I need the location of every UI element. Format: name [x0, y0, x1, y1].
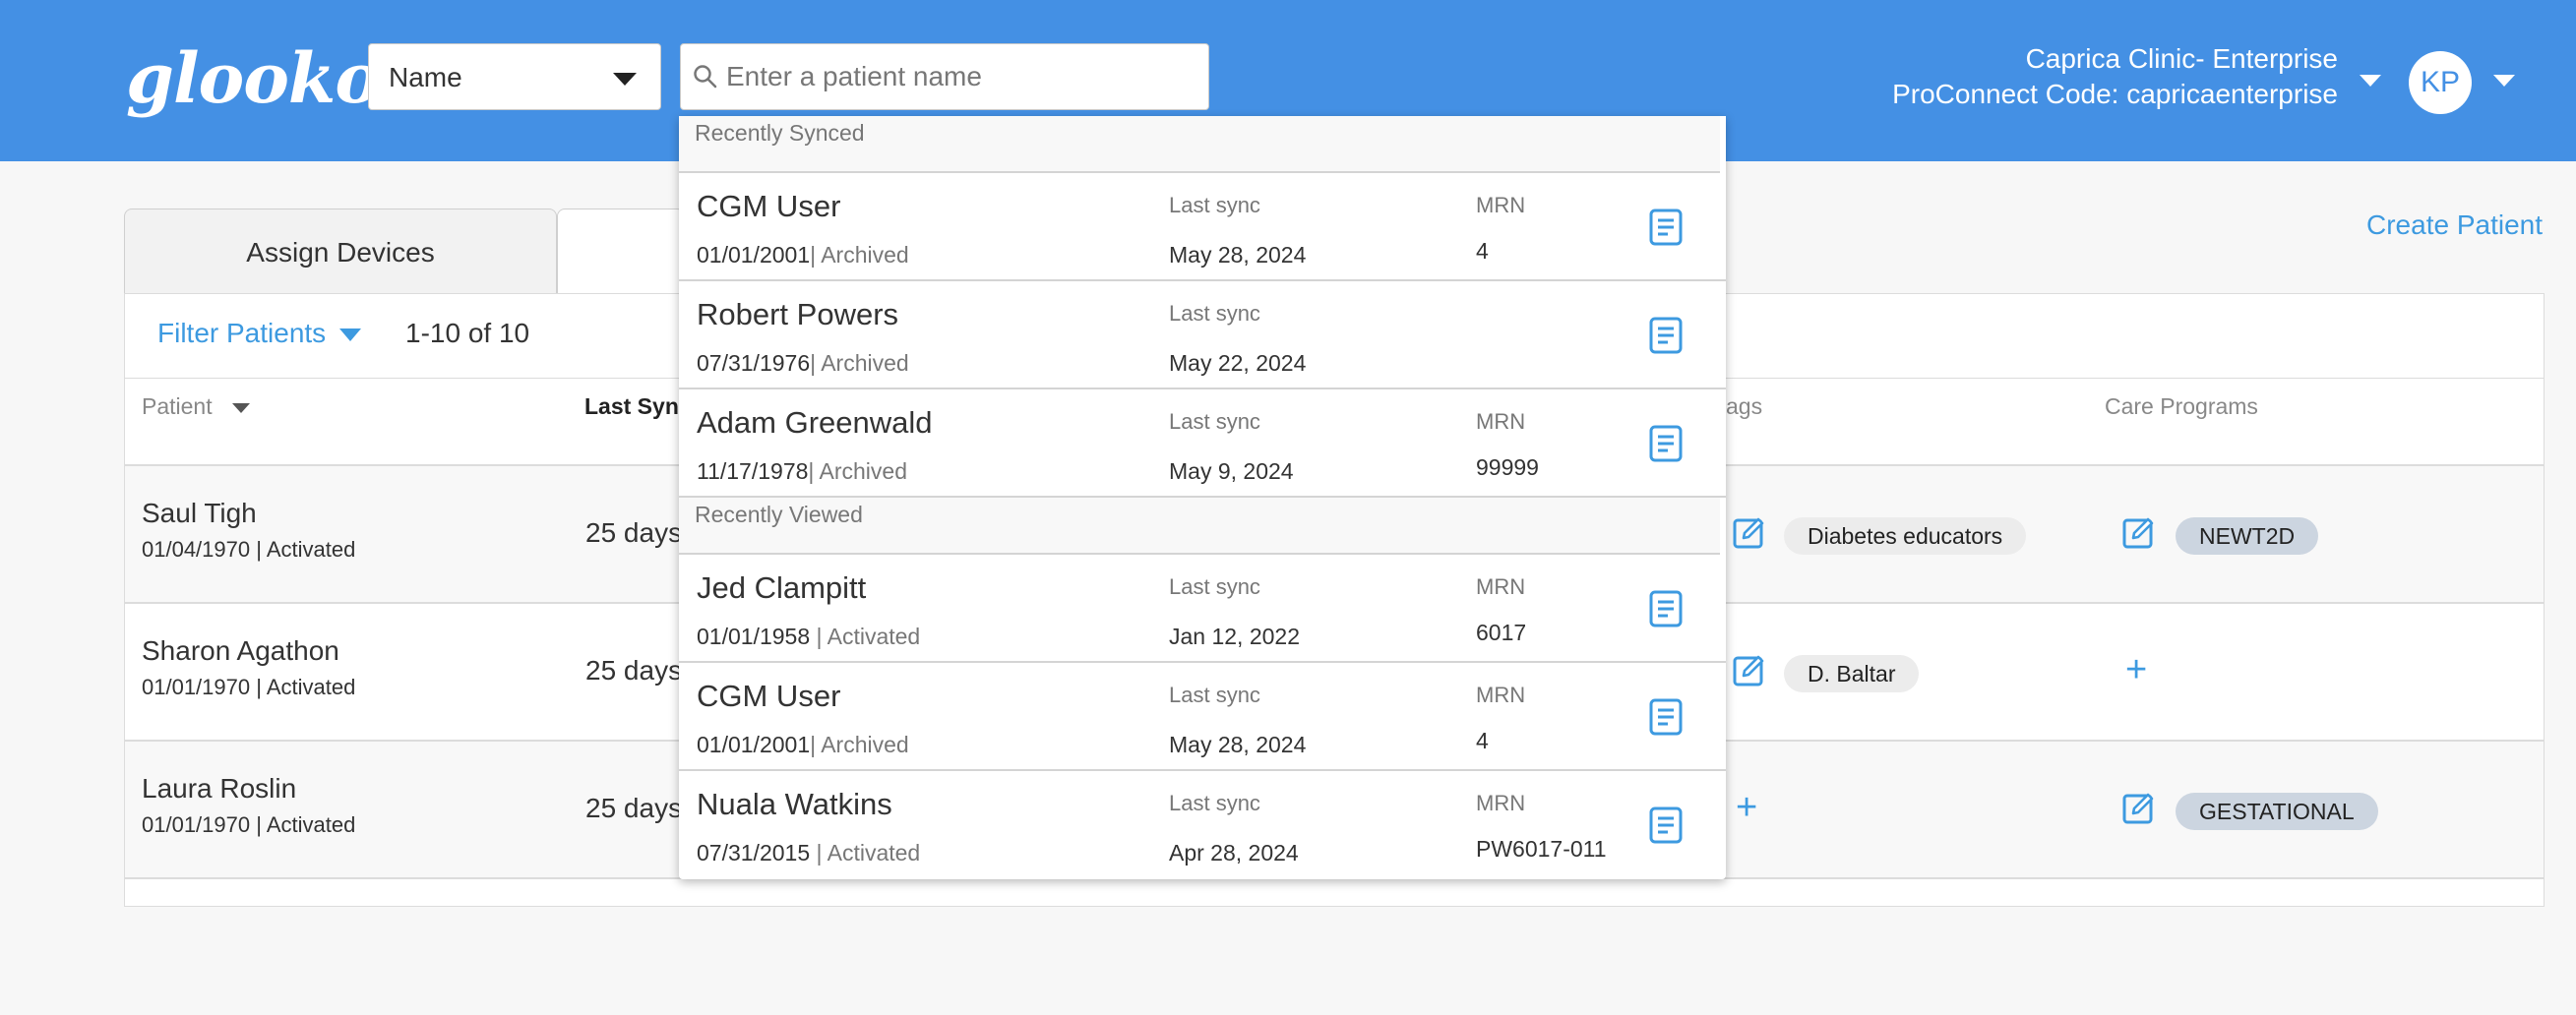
tag-chip: Diabetes educators — [1784, 517, 2027, 555]
section-label: Recently Synced — [695, 120, 865, 146]
list-item[interactable]: CGM User 01/01/2001| Archived Last sync … — [679, 663, 1726, 771]
last-sync-value: Jan 12, 2022 — [1169, 624, 1301, 649]
filter-patients-button[interactable]: Filter Patients — [157, 318, 362, 349]
glooko-logo[interactable]: glooko — [126, 39, 381, 118]
mrn-value: PW6017-011 — [1476, 836, 1607, 862]
pagination-count: 1-10 of 10 — [405, 318, 530, 348]
result-patient-name: CGM User — [697, 189, 841, 223]
patient-search[interactable] — [680, 43, 1209, 110]
patient-dob-status: 01/01/1970 | Activated — [142, 812, 356, 837]
result-dob: 01/01/2001| Archived — [697, 242, 909, 268]
search-type-select[interactable]: Name — [368, 43, 661, 110]
last-sync-value: May 28, 2024 — [1169, 242, 1307, 268]
patient-name[interactable]: Saul Tigh — [142, 498, 257, 529]
result-dob: 07/31/1976| Archived — [697, 350, 909, 376]
last-sync-value: Apr 28, 2024 — [1169, 840, 1299, 866]
last-sync-value: May 22, 2024 — [1169, 350, 1307, 376]
section-header-recently-viewed: Recently Viewed — [679, 498, 1720, 555]
column-header-patient[interactable]: Patient — [142, 393, 250, 420]
patient-report-icon[interactable] — [1649, 425, 1683, 462]
patient-report-icon[interactable] — [1649, 209, 1683, 246]
result-patient-name: Robert Powers — [697, 297, 899, 331]
tag-chip: D. Baltar — [1784, 655, 1920, 692]
tab-assign-devices[interactable]: Assign Devices — [124, 209, 557, 295]
create-patient-link[interactable]: Create Patient — [2366, 209, 2543, 241]
patient-search-input[interactable] — [726, 44, 1198, 109]
table-row[interactable] — [125, 877, 2544, 1015]
sort-caret-icon — [231, 402, 250, 413]
patient-last-sync: 25 days — [585, 517, 683, 548]
list-item[interactable]: Adam Greenwald 11/17/1978| Archived Last… — [679, 389, 1726, 498]
result-patient-name: Adam Greenwald — [697, 405, 933, 440]
patient-report-icon[interactable] — [1649, 698, 1683, 736]
search-results-dropdown: Recently Synced CGM User 01/01/2001| Arc… — [679, 116, 1726, 879]
result-dob: 11/17/1978| Archived — [697, 458, 907, 484]
column-header-patient-label: Patient — [142, 393, 213, 419]
mrn-value: 99999 — [1476, 454, 1539, 480]
proconnect-code: ProConnect Code: capricaenterprise — [1892, 79, 2338, 109]
result-patient-name: Nuala Watkins — [697, 787, 892, 821]
result-dob: 07/31/2015 | Activated — [697, 840, 921, 866]
filter-patients-label: Filter Patients — [157, 318, 327, 348]
chevron-down-icon — [613, 73, 637, 86]
mrn-label: MRN — [1476, 683, 1526, 707]
mrn-value: 4 — [1476, 238, 1489, 264]
last-sync-value: May 9, 2024 — [1169, 458, 1294, 484]
patient-report-icon[interactable] — [1649, 806, 1683, 844]
result-patient-name: Jed Clampitt — [697, 570, 867, 605]
search-type-value: Name — [389, 62, 462, 92]
last-sync-value: May 28, 2024 — [1169, 732, 1307, 757]
user-avatar[interactable]: KP — [2409, 51, 2472, 114]
list-item[interactable]: Robert Powers 07/31/1976| Archived Last … — [679, 281, 1726, 389]
search-icon — [694, 65, 717, 89]
list-item[interactable]: Nuala Watkins 07/31/2015 | Activated Las… — [679, 771, 1726, 879]
mrn-label: MRN — [1476, 791, 1526, 815]
mrn-label: MRN — [1476, 409, 1526, 434]
caret-down-icon — [339, 328, 362, 342]
last-sync-label: Last sync — [1169, 683, 1260, 707]
list-item[interactable]: Jed Clampitt 01/01/1958 | Activated Last… — [679, 555, 1726, 663]
patient-name[interactable]: Laura Roslin — [142, 773, 296, 805]
column-header-last-sync[interactable]: Last Sync — [584, 393, 692, 420]
last-sync-label: Last sync — [1169, 193, 1260, 217]
user-menu-chevron-icon[interactable] — [2493, 75, 2515, 87]
add-tag-plus-icon[interactable]: + — [1736, 789, 1757, 826]
list-item[interactable]: CGM User 01/01/2001| Archived Last sync … — [679, 173, 1726, 281]
patient-dob-status: 01/04/1970 | Activated — [142, 537, 356, 562]
last-sync-label: Last sync — [1169, 574, 1260, 599]
patient-last-sync: 25 days — [585, 655, 683, 686]
edit-tags-icon[interactable] — [1732, 515, 1767, 551]
tab-patients-active[interactable] — [557, 209, 685, 299]
column-header-care-programs[interactable]: Care Programs — [2105, 393, 2258, 420]
clinic-name: Caprica Clinic- Enterprise — [2025, 43, 2338, 74]
section-header-recently-synced: Recently Synced — [679, 116, 1720, 173]
section-label: Recently Viewed — [695, 502, 863, 527]
result-dob: 01/01/2001| Archived — [697, 732, 909, 757]
column-header-tags[interactable]: ags — [1726, 393, 1762, 420]
mrn-label: MRN — [1476, 193, 1526, 217]
clinic-info[interactable]: Caprica Clinic- Enterprise ProConnect Co… — [1892, 41, 2338, 112]
last-sync-label: Last sync — [1169, 791, 1260, 815]
care-program-chip: NEWT2D — [2176, 517, 2319, 555]
result-patient-name: CGM User — [697, 679, 841, 713]
edit-tags-icon[interactable] — [1732, 653, 1767, 688]
patient-report-icon[interactable] — [1649, 590, 1683, 627]
mrn-value: 6017 — [1476, 620, 1527, 645]
mrn-label: MRN — [1476, 574, 1526, 599]
last-sync-label: Last sync — [1169, 301, 1260, 326]
patient-report-icon[interactable] — [1649, 317, 1683, 354]
edit-care-programs-icon[interactable] — [2121, 791, 2157, 826]
add-care-program-plus-icon[interactable]: + — [2125, 651, 2147, 688]
patient-last-sync: 25 days — [585, 793, 683, 823]
care-program-chip: GESTATIONAL — [2176, 793, 2378, 830]
last-sync-label: Last sync — [1169, 409, 1260, 434]
patient-name[interactable]: Sharon Agathon — [142, 635, 339, 667]
edit-care-programs-icon[interactable] — [2121, 515, 2157, 551]
clinic-menu-chevron-icon[interactable] — [2360, 75, 2381, 87]
result-dob: 01/01/1958 | Activated — [697, 624, 921, 649]
patient-dob-status: 01/01/1970 | Activated — [142, 675, 356, 699]
mrn-value: 4 — [1476, 728, 1489, 753]
